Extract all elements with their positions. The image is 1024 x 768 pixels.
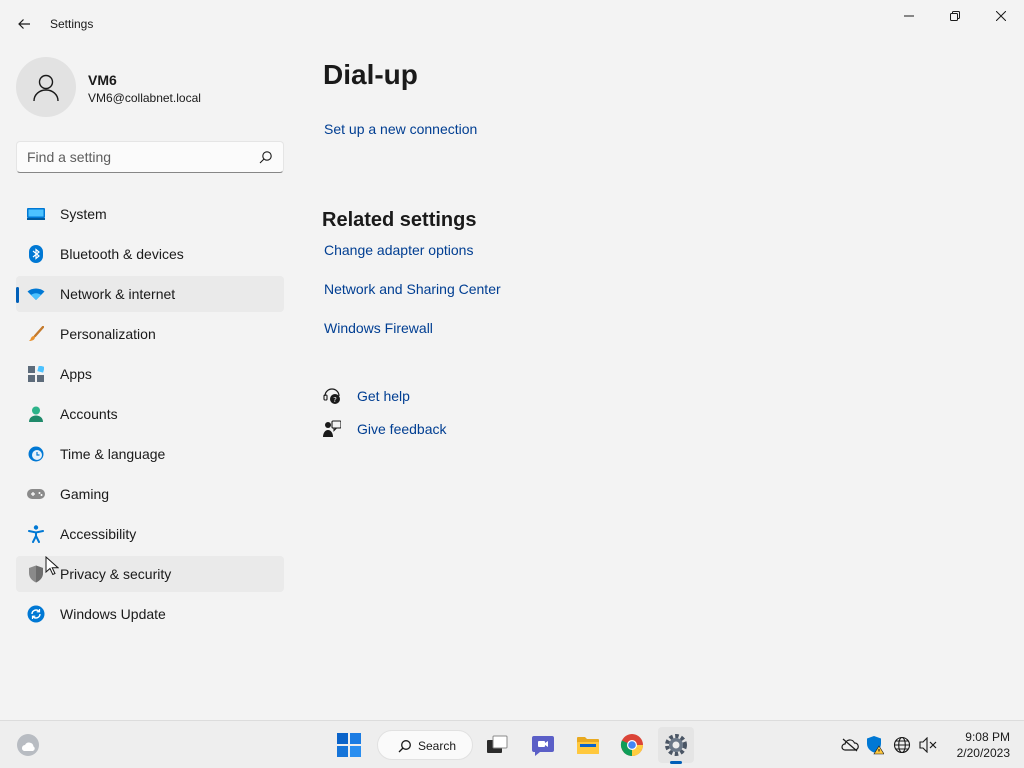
active-app-indicator	[670, 761, 682, 764]
help-icon: ?	[323, 388, 340, 404]
sidebar-item-accounts[interactable]: Accounts	[16, 396, 284, 432]
sidebar-item-windows-update[interactable]: Windows Update	[16, 596, 284, 632]
task-view-icon	[487, 735, 508, 753]
defender-tray[interactable]	[865, 735, 885, 755]
svg-text:?: ?	[333, 396, 337, 404]
minimize-icon	[904, 15, 914, 17]
related-settings-heading: Related settings	[322, 209, 477, 231]
sidebar-item-accessibility[interactable]: Accessibility	[16, 516, 284, 552]
title-bar: Settings	[0, 0, 1024, 48]
file-explorer-icon	[577, 737, 599, 754]
onedrive-icon	[841, 738, 859, 752]
sidebar-item-label: System	[60, 206, 107, 222]
give-feedback-link[interactable]: Give feedback	[357, 421, 447, 437]
system-clock[interactable]: 9:08 PM 2/20/2023	[944, 729, 1010, 761]
chrome-icon	[620, 734, 643, 756]
back-arrow-icon	[18, 19, 30, 29]
user-profile[interactable]: VM6 VM6@collabnet.local	[16, 57, 284, 117]
network-icon	[893, 736, 911, 754]
globe-clock-icon	[27, 445, 45, 463]
file-explorer-button[interactable]	[570, 727, 606, 763]
taskbar: Search 9:08 PM 2/20/2023	[0, 720, 1024, 768]
chat-button[interactable]	[525, 727, 561, 763]
network-tray[interactable]	[892, 735, 912, 755]
sidebar-item-label: Accessibility	[60, 526, 137, 542]
page-title: Dial-up	[323, 59, 418, 90]
close-button[interactable]	[978, 0, 1024, 32]
feedback-icon	[323, 420, 341, 437]
change-adapter-options-link[interactable]: Change adapter options	[324, 242, 473, 258]
volume-tray[interactable]	[918, 735, 938, 755]
minimize-button[interactable]	[886, 0, 932, 32]
sidebar-item-time-language[interactable]: Time & language	[16, 436, 284, 472]
sidebar-item-system[interactable]: System	[16, 196, 284, 232]
sidebar-item-label: Personalization	[60, 326, 156, 342]
taskbar-search-label: Search	[418, 739, 457, 753]
weather-icon	[17, 734, 39, 756]
sidebar-item-bluetooth[interactable]: Bluetooth & devices	[16, 236, 284, 272]
wifi-icon	[27, 285, 45, 303]
bluetooth-icon	[27, 245, 45, 263]
system-icon	[27, 205, 45, 223]
taskbar-search-button[interactable]: Search	[377, 730, 473, 760]
clock-date: 2/20/2023	[956, 746, 1010, 760]
back-button[interactable]	[8, 8, 40, 40]
sidebar-item-apps[interactable]: Apps	[16, 356, 284, 392]
restore-icon	[950, 11, 960, 21]
setup-connection-link[interactable]: Set up a new connection	[324, 121, 477, 137]
accounts-icon	[27, 405, 45, 423]
sidebar-item-personalization[interactable]: Personalization	[16, 316, 284, 352]
search-icon[interactable]	[259, 150, 273, 164]
sidebar-item-label: Windows Update	[60, 606, 166, 622]
clock-time: 9:08 PM	[965, 730, 1010, 744]
settings-taskbar-button[interactable]	[658, 727, 694, 763]
start-button[interactable]	[331, 727, 367, 763]
defender-warning-icon	[867, 736, 884, 755]
sidebar-item-gaming[interactable]: Gaming	[16, 476, 284, 512]
onedrive-tray[interactable]	[840, 735, 860, 755]
sidebar-item-network[interactable]: Network & internet	[16, 276, 284, 312]
sidebar-item-label: Privacy & security	[60, 566, 172, 582]
person-icon	[33, 74, 59, 102]
chat-icon	[532, 736, 554, 756]
start-icon	[337, 733, 361, 757]
avatar	[16, 57, 76, 117]
sidebar-item-label: Apps	[60, 366, 92, 382]
shield-icon	[27, 565, 45, 583]
accessibility-icon	[27, 525, 45, 543]
sidebar-item-label: Network & internet	[60, 286, 176, 302]
user-email: VM6@collabnet.local	[88, 91, 201, 105]
network-sharing-center-link[interactable]: Network and Sharing Center	[324, 281, 501, 297]
search-icon	[398, 740, 411, 753]
app-title: Settings	[50, 17, 94, 31]
close-icon	[996, 11, 1006, 21]
sidebar-item-label: Accounts	[60, 406, 118, 422]
apps-icon	[27, 365, 45, 383]
volume-muted-icon	[919, 737, 937, 753]
sidebar-item-label: Bluetooth & devices	[60, 246, 184, 262]
update-icon	[27, 605, 45, 623]
brush-icon	[27, 325, 45, 343]
mouse-cursor-icon	[45, 556, 59, 576]
windows-firewall-link[interactable]: Windows Firewall	[324, 320, 433, 336]
sidebar-item-label: Time & language	[60, 446, 166, 462]
search-box[interactable]	[16, 141, 284, 173]
sidebar-item-label: Gaming	[60, 486, 110, 502]
gamepad-icon	[27, 485, 45, 503]
search-input[interactable]	[27, 148, 247, 166]
chrome-button[interactable]	[614, 727, 650, 763]
widgets-button[interactable]	[14, 731, 42, 759]
task-view-button[interactable]	[479, 727, 515, 763]
get-help-link[interactable]: Get help	[357, 388, 410, 404]
settings-icon	[665, 734, 687, 756]
user-name: VM6	[88, 72, 117, 88]
restore-button[interactable]	[932, 0, 978, 32]
